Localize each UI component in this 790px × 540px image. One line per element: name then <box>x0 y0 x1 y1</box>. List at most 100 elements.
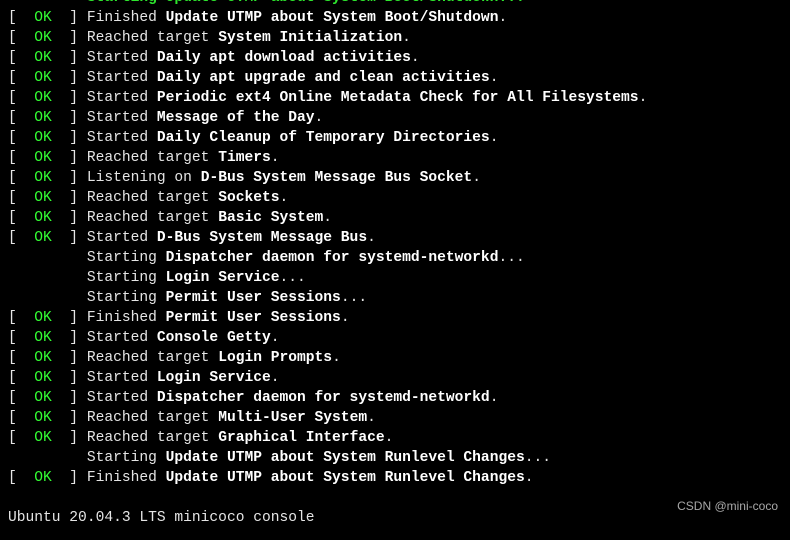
boot-suffix: ... <box>280 270 306 286</box>
status-bracket-close: ] <box>52 170 87 186</box>
status-bracket-open: [ <box>8 390 34 406</box>
boot-verb: Reached target <box>87 190 218 206</box>
boot-verb: Started <box>87 230 157 246</box>
boot-unit: Daily Cleanup of Temporary Directories <box>157 130 490 146</box>
boot-unit: Update UTMP about System Runlevel Change… <box>166 470 525 486</box>
boot-verb: Reached target <box>87 350 218 366</box>
boot-unit: Basic System <box>218 210 323 226</box>
status-ok: OK <box>34 130 52 146</box>
boot-verb: Started <box>87 90 157 106</box>
boot-line: [ OK ] Listening on D-Bus System Message… <box>8 168 782 188</box>
status-bracket-open: [ <box>8 350 34 366</box>
status-bracket-close: ] <box>52 470 87 486</box>
boot-line: [ OK ] Started Message of the Day. <box>8 108 782 128</box>
boot-unit: Multi-User System <box>218 410 367 426</box>
boot-unit: Dispatcher daemon for systemd-networkd <box>157 390 490 406</box>
boot-verb: Started <box>87 70 157 86</box>
status-bracket-open: [ <box>8 130 34 146</box>
status-bracket-close: ] <box>52 10 87 26</box>
status-ok: OK <box>34 470 52 486</box>
boot-line: [ OK ] Finished Permit User Sessions. <box>8 308 782 328</box>
status-ok: OK <box>34 230 52 246</box>
boot-verb: Started <box>87 330 157 346</box>
boot-suffix: . <box>341 310 350 326</box>
status-bracket-open: [ <box>8 90 34 106</box>
banner-text: Ubuntu 20.04.3 LTS minicoco console <box>8 510 315 526</box>
boot-suffix: . <box>490 130 499 146</box>
status-bracket-close: ] <box>52 50 87 66</box>
status-bracket-close: ] <box>52 30 87 46</box>
boot-unit: System Initialization <box>218 30 402 46</box>
status-bracket-open: [ <box>8 10 34 26</box>
watermark-text: CSDN @mini-coco <box>677 496 778 516</box>
boot-line: [ OK ] Reached target Multi-User System. <box>8 408 782 428</box>
boot-unit: Graphical Interface <box>218 430 384 446</box>
boot-suffix: . <box>332 350 341 366</box>
status-bracket-close: ] <box>52 310 87 326</box>
boot-line: [ OK ] Reached target Login Prompts. <box>8 348 782 368</box>
status-bracket-open: [ <box>8 50 34 66</box>
boot-unit: Permit User Sessions <box>166 290 341 306</box>
boot-verb: Finished <box>87 10 166 26</box>
boot-unit: D-Bus System Message Bus <box>157 230 367 246</box>
status-bracket-close: ] <box>52 370 87 386</box>
boot-line: [ OK ] Reached target Sockets. <box>8 188 782 208</box>
boot-unit: Timers <box>218 150 271 166</box>
boot-verb: Starting <box>87 270 166 286</box>
status-ok: OK <box>34 190 52 206</box>
boot-suffix: ... <box>341 290 367 306</box>
boot-line: [ OK ] Reached target Graphical Interfac… <box>8 428 782 448</box>
status-ok: OK <box>34 170 52 186</box>
status-bracket-close: ] <box>52 430 87 446</box>
status-bracket-open: [ <box>8 70 34 86</box>
boot-suffix: . <box>490 390 499 406</box>
boot-suffix: . <box>367 230 376 246</box>
status-bracket-open: [ <box>8 330 34 346</box>
boot-line: [ OK ] Reached target System Initializat… <box>8 28 782 48</box>
boot-line: Starting Dispatcher daemon for systemd-n… <box>8 248 782 268</box>
boot-partial-text: Starting Update UTMP about System Boot/S… <box>87 0 525 6</box>
status-ok: OK <box>34 70 52 86</box>
status-bracket-open: [ <box>8 370 34 386</box>
login-banner: Ubuntu 20.04.3 LTS minicoco console <box>8 508 782 528</box>
status-ok: OK <box>34 30 52 46</box>
boot-suffix: . <box>280 190 289 206</box>
boot-verb: Started <box>87 110 157 126</box>
boot-line: [ OK ] Started Daily Cleanup of Temporar… <box>8 128 782 148</box>
status-ok: OK <box>34 410 52 426</box>
boot-suffix: . <box>385 430 394 446</box>
boot-unit: Console Getty <box>157 330 271 346</box>
boot-suffix: . <box>639 90 648 106</box>
boot-unit: Periodic ext4 Online Metadata Check for … <box>157 90 639 106</box>
status-bracket-open: [ <box>8 170 34 186</box>
boot-unit: Sockets <box>218 190 279 206</box>
status-ok: OK <box>34 430 52 446</box>
boot-suffix: . <box>498 10 507 26</box>
boot-verb: Reached target <box>87 210 218 226</box>
status-ok: OK <box>34 310 52 326</box>
boot-suffix: ... <box>525 450 551 466</box>
boot-line: Starting Update UTMP about System Runlev… <box>8 448 782 468</box>
status-ok: OK <box>34 90 52 106</box>
boot-verb: Started <box>87 370 157 386</box>
status-ok: OK <box>34 10 52 26</box>
status-bracket-close: ] <box>52 190 87 206</box>
boot-suffix: . <box>411 50 420 66</box>
boot-suffix: . <box>402 30 411 46</box>
boot-line: [ OK ] Started D-Bus System Message Bus. <box>8 228 782 248</box>
boot-suffix: . <box>315 110 324 126</box>
boot-unit: Dispatcher daemon for systemd-networkd <box>166 250 499 266</box>
boot-line: [ OK ] Started Console Getty. <box>8 328 782 348</box>
boot-verb: Starting <box>87 250 166 266</box>
boot-verb: Started <box>87 50 157 66</box>
boot-verb: Finished <box>87 310 166 326</box>
boot-suffix: . <box>525 470 534 486</box>
boot-unit: Update UTMP about System Boot/Shutdown <box>166 10 499 26</box>
boot-unit: Login Service <box>157 370 271 386</box>
boot-suffix: . <box>271 330 280 346</box>
boot-line: [ OK ] Started Periodic ext4 Online Meta… <box>8 88 782 108</box>
status-bracket-open: [ <box>8 410 34 426</box>
blank-line <box>8 488 782 508</box>
status-bracket-close: ] <box>52 110 87 126</box>
status-bracket-open: [ <box>8 110 34 126</box>
